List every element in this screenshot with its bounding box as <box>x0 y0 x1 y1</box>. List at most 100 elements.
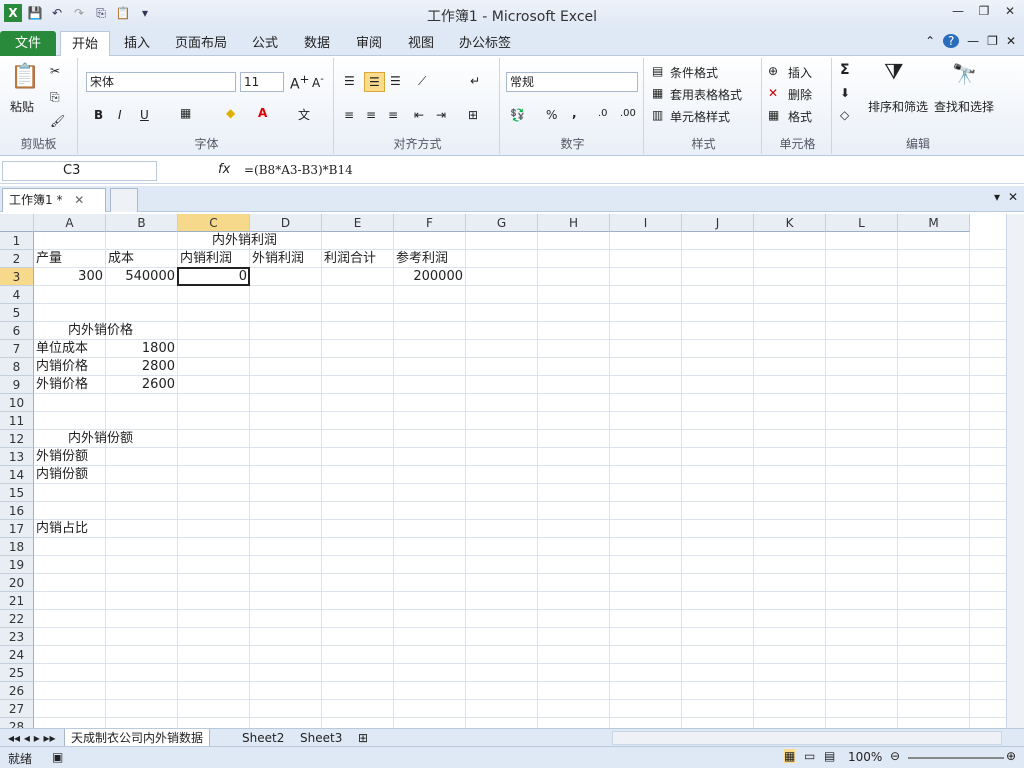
minimize-ribbon-icon[interactable]: ⌃ <box>925 34 935 48</box>
align-top-icon[interactable]: ☰ <box>344 74 355 88</box>
row-header-28[interactable]: 28 <box>0 718 34 728</box>
cell-e2[interactable]: 利润合计 <box>324 250 391 268</box>
sheet-tab-2[interactable]: Sheet2 <box>236 729 290 747</box>
column-header-d[interactable]: D <box>250 214 322 232</box>
percent-button[interactable]: % <box>546 108 557 122</box>
column-header-m[interactable]: M <box>898 214 970 232</box>
column-header-l[interactable]: L <box>826 214 898 232</box>
column-header-b[interactable]: B <box>106 214 178 232</box>
shrink-font-icon[interactable]: A- <box>312 74 324 90</box>
tab-file[interactable]: 文件 <box>0 31 56 56</box>
close-tab-icon[interactable]: ✕ <box>74 193 84 207</box>
row-header-25[interactable]: 25 <box>0 664 34 682</box>
cell-a14[interactable]: 内销份额 <box>36 466 103 484</box>
font-color-icon[interactable]: A <box>258 106 267 120</box>
cell-b2[interactable]: 成本 <box>108 250 175 268</box>
row-header-27[interactable]: 27 <box>0 700 34 718</box>
row-header-10[interactable]: 10 <box>0 394 34 412</box>
close-icon[interactable]: ✕ <box>1006 34 1016 48</box>
font-size-select[interactable]: 11 <box>240 72 284 92</box>
column-header-j[interactable]: J <box>682 214 754 232</box>
copy-icon[interactable]: ⎘ <box>50 90 60 105</box>
workbook-tab[interactable]: 工作簿1 * ✕ <box>2 188 106 212</box>
column-header-f[interactable]: F <box>394 214 466 232</box>
cell-styles-button[interactable]: 单元格样式 <box>670 108 730 125</box>
cell-a13[interactable]: 外销份额 <box>36 448 103 466</box>
font-name-select[interactable]: 宋体 <box>86 72 236 92</box>
macro-record-icon[interactable]: ▣ <box>52 750 63 764</box>
sheet-nav-icon[interactable]: ◂◂ ◂ ▸ ▸▸ <box>2 729 62 747</box>
row-header-4[interactable]: 4 <box>0 286 34 304</box>
cell-a9[interactable]: 外销价格 <box>36 376 103 394</box>
page-layout-view-icon[interactable]: ▭ <box>804 749 815 763</box>
column-header-h[interactable]: H <box>538 214 610 232</box>
tab-home[interactable]: 开始 <box>60 31 110 56</box>
new-tab-button[interactable] <box>110 188 138 212</box>
column-header-g[interactable]: G <box>466 214 538 232</box>
row-header-23[interactable]: 23 <box>0 628 34 646</box>
sheet-tab-active[interactable]: 天成制衣公司内外销数据 <box>64 729 211 747</box>
row-header-26[interactable]: 26 <box>0 682 34 700</box>
zoom-level[interactable]: 100% <box>848 750 882 764</box>
zoom-slider[interactable] <box>908 757 1004 759</box>
row-header-18[interactable]: 18 <box>0 538 34 556</box>
tab-data[interactable]: 数据 <box>294 31 340 56</box>
paste-icon[interactable]: 📋 <box>10 62 40 90</box>
zoom-in-icon[interactable]: ⊕ <box>1006 749 1016 763</box>
orientation-icon[interactable]: ⟋ <box>418 74 426 89</box>
paste-button[interactable]: 粘贴 <box>10 98 34 115</box>
sort-filter-button[interactable]: 排序和筛选 <box>868 98 928 115</box>
wrap-text-icon[interactable]: ↵ <box>470 74 480 88</box>
cell-c1[interactable]: 内外销利润 <box>212 232 332 250</box>
cell-c2[interactable]: 内销利润 <box>180 250 247 268</box>
row-header-16[interactable]: 16 <box>0 502 34 520</box>
tab-page-layout[interactable]: 页面布局 <box>168 31 234 56</box>
row-header-5[interactable]: 5 <box>0 304 34 322</box>
row-header-7[interactable]: 7 <box>0 340 34 358</box>
row-header-6[interactable]: 6 <box>0 322 34 340</box>
align-center-icon[interactable]: ≡ <box>366 108 376 122</box>
tab-review[interactable]: 审阅 <box>346 31 392 56</box>
align-left-icon[interactable]: ≡ <box>344 108 354 122</box>
align-bottom-icon[interactable]: ☰ <box>390 74 401 88</box>
underline-button[interactable]: U <box>140 108 149 122</box>
increase-decimal-icon[interactable]: .0 <box>598 108 608 119</box>
spreadsheet-grid[interactable]: A B C D E F G H I J K L M 1 2 3 4 5 6 7 8 9 10 11 12 13 14 15 16 17 18… <box>0 214 1006 728</box>
fill-color-icon[interactable]: ◆ <box>226 106 235 120</box>
tab-insert[interactable]: 插入 <box>114 31 160 56</box>
row-header-21[interactable]: 21 <box>0 592 34 610</box>
conditional-format-button[interactable]: 条件格式 <box>670 64 718 81</box>
cell-b9[interactable]: 2600 <box>108 376 175 394</box>
row-header-20[interactable]: 20 <box>0 574 34 592</box>
close-icon[interactable]: ✕ <box>1002 4 1018 20</box>
column-header-e[interactable]: E <box>322 214 394 232</box>
find-select-button[interactable]: 查找和选择 <box>934 98 994 115</box>
phonetic-icon[interactable]: 文 <box>298 106 310 123</box>
close-workbook-icon[interactable]: ✕ <box>1008 190 1018 204</box>
column-header-c[interactable]: C <box>178 214 250 232</box>
format-as-table-button[interactable]: 套用表格格式 <box>670 86 742 103</box>
decrease-indent-icon[interactable]: ⇤ <box>414 108 424 122</box>
help-icon[interactable]: ? <box>943 34 960 48</box>
tab-formulas[interactable]: 公式 <box>242 31 288 56</box>
horizontal-scrollbar[interactable] <box>612 731 1002 745</box>
cell-a3[interactable]: 300 <box>36 268 103 286</box>
row-header-24[interactable]: 24 <box>0 646 34 664</box>
cell-a7[interactable]: 单位成本 <box>36 340 103 358</box>
tab-dropdown-icon[interactable]: ▾ <box>994 190 1000 204</box>
row-header-3[interactable]: 3 <box>0 268 34 286</box>
page-break-view-icon[interactable]: ▤ <box>824 749 835 763</box>
row-header-22[interactable]: 22 <box>0 610 34 628</box>
number-format-select[interactable]: 常规 <box>506 72 638 92</box>
decrease-decimal-icon[interactable]: .00 <box>620 108 636 119</box>
cut-icon[interactable]: ✂ <box>50 64 60 78</box>
row-header-15[interactable]: 15 <box>0 484 34 502</box>
bold-button[interactable]: B <box>94 108 103 122</box>
tab-view[interactable]: 视图 <box>398 31 444 56</box>
cell-f2[interactable]: 参考利润 <box>396 250 463 268</box>
row-header-13[interactable]: 13 <box>0 448 34 466</box>
row-header-2[interactable]: 2 <box>0 250 34 268</box>
align-middle-icon[interactable]: ☰ <box>364 72 385 92</box>
column-header-k[interactable]: K <box>754 214 826 232</box>
align-right-icon[interactable]: ≡ <box>388 108 398 122</box>
